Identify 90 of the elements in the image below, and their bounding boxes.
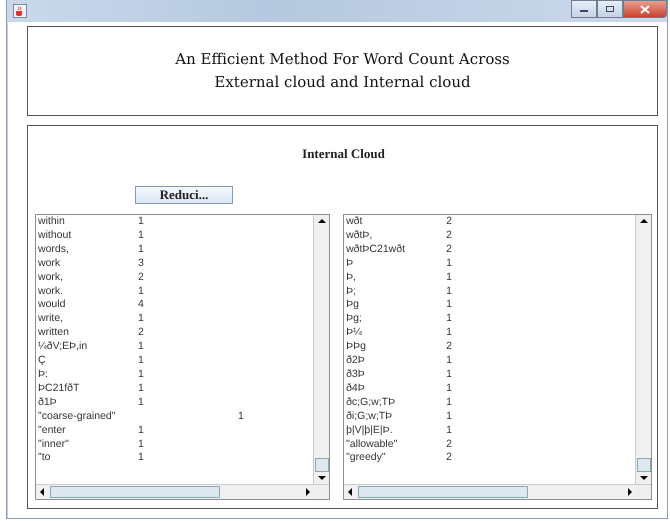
word-text: ðc;G;w;TÞ xyxy=(346,396,396,410)
word-text: Ç xyxy=(38,354,47,368)
count-text: 1 xyxy=(446,298,452,310)
count-text: 2 xyxy=(446,215,452,227)
count-text: 1 xyxy=(446,284,452,297)
count-text: 1 xyxy=(138,215,144,227)
word-text: ð2Þ xyxy=(346,354,366,368)
word-text: ð4Þ xyxy=(346,382,366,396)
count-text: 1 xyxy=(138,312,144,324)
count-text: 1 xyxy=(446,410,452,422)
word-text: "inner" xyxy=(38,438,70,452)
word-text: words, xyxy=(38,242,70,257)
word-text: work, xyxy=(38,270,64,285)
count-text: 1 xyxy=(138,368,144,380)
scroll-thumb[interactable] xyxy=(358,486,528,498)
horizontal-scrollbar[interactable] xyxy=(344,484,651,499)
count-text: 1 xyxy=(138,340,144,352)
word-text: write, xyxy=(38,312,64,326)
count-text: 2 xyxy=(446,340,452,352)
word-text: Þ: xyxy=(38,368,49,382)
count-text: 1 xyxy=(446,354,452,366)
minimize-button[interactable] xyxy=(571,0,597,18)
count-text: 1 xyxy=(138,382,144,394)
count-text: 1 xyxy=(446,382,452,394)
word-text: "coarse-grained" xyxy=(38,410,116,424)
count-text: 1 xyxy=(138,424,144,436)
count-text: 2 xyxy=(446,228,452,241)
count-text: 1 xyxy=(446,326,452,338)
count-text: 1 xyxy=(138,354,144,366)
word-text: written xyxy=(38,326,70,340)
scroll-thumb[interactable] xyxy=(637,458,651,472)
count-text: 1 xyxy=(138,438,144,450)
heading-text: An Efficient Method For Word Count Across xyxy=(175,49,510,70)
word-text: would xyxy=(38,298,66,312)
coffee-cup-icon xyxy=(13,4,27,18)
word-text: ÞC21fðT xyxy=(38,382,80,396)
count-text: 2 xyxy=(446,451,452,464)
word-text: ð3Þ xyxy=(346,368,366,382)
word-text: Þg xyxy=(346,298,360,312)
word-text: Þg; xyxy=(346,312,363,326)
word-text: "to xyxy=(38,451,52,466)
word-text: Þ xyxy=(346,256,354,271)
maximize-button[interactable] xyxy=(597,0,623,18)
word-text: wðt xyxy=(346,215,364,229)
count-text: 1 xyxy=(446,256,452,269)
count-text: 2 xyxy=(446,438,452,450)
word-text: work. xyxy=(38,284,64,298)
count-text: 3 xyxy=(138,256,144,269)
close-icon xyxy=(640,4,650,14)
word-text: ð1Þ xyxy=(38,396,58,410)
count-text: 2 xyxy=(138,326,144,338)
horizontal-scrollbar[interactable] xyxy=(36,484,330,499)
word-text: Þ; xyxy=(346,284,357,298)
count-text: 1 xyxy=(138,228,144,241)
word-text: without xyxy=(38,228,72,243)
maximize-icon xyxy=(605,5,615,13)
count-text: 1 xyxy=(138,396,144,408)
count-text: 1 xyxy=(446,368,452,380)
word-text: ði;G;w;TÞ xyxy=(346,410,394,424)
word-text: ÞÞg xyxy=(346,340,367,354)
scroll-thumb[interactable] xyxy=(315,458,330,472)
word-text: Þ¼ xyxy=(346,326,363,340)
word-text: wðtÞ, xyxy=(346,228,374,243)
word-text: "allowable" xyxy=(346,438,398,452)
reduce-button[interactable]: Reduci... xyxy=(135,186,233,204)
vertical-scrollbar[interactable] xyxy=(313,215,330,484)
word-text: ¼ðV;EÞ,in xyxy=(38,340,88,354)
panel-title: Internal Cloud xyxy=(301,146,386,162)
count-text: 1 xyxy=(446,396,452,408)
close-button[interactable] xyxy=(623,0,667,18)
word-text: "greedy" xyxy=(346,451,387,466)
count-text: 1 xyxy=(138,451,144,464)
word-text: þ|V|þ|E|Þ. xyxy=(346,424,394,438)
word-text: work xyxy=(38,256,62,271)
count-text: 1 xyxy=(238,410,244,422)
count-text: 1 xyxy=(446,424,452,436)
word-text: within xyxy=(38,215,66,229)
word-text: wðtÞC21wðt xyxy=(346,242,406,257)
word-text: Þ, xyxy=(346,270,357,285)
count-text: 2 xyxy=(446,242,452,255)
scroll-thumb[interactable] xyxy=(50,486,220,498)
heading-text: External cloud and Internal cloud xyxy=(214,72,471,93)
vertical-scrollbar[interactable] xyxy=(635,215,651,484)
count-text: 1 xyxy=(446,312,452,324)
count-text: 1 xyxy=(138,242,144,255)
count-text: 2 xyxy=(138,270,144,283)
count-text: 1 xyxy=(138,284,144,297)
count-text: 1 xyxy=(446,270,452,283)
count-text: 4 xyxy=(138,298,144,310)
word-text: "enter xyxy=(38,424,67,438)
